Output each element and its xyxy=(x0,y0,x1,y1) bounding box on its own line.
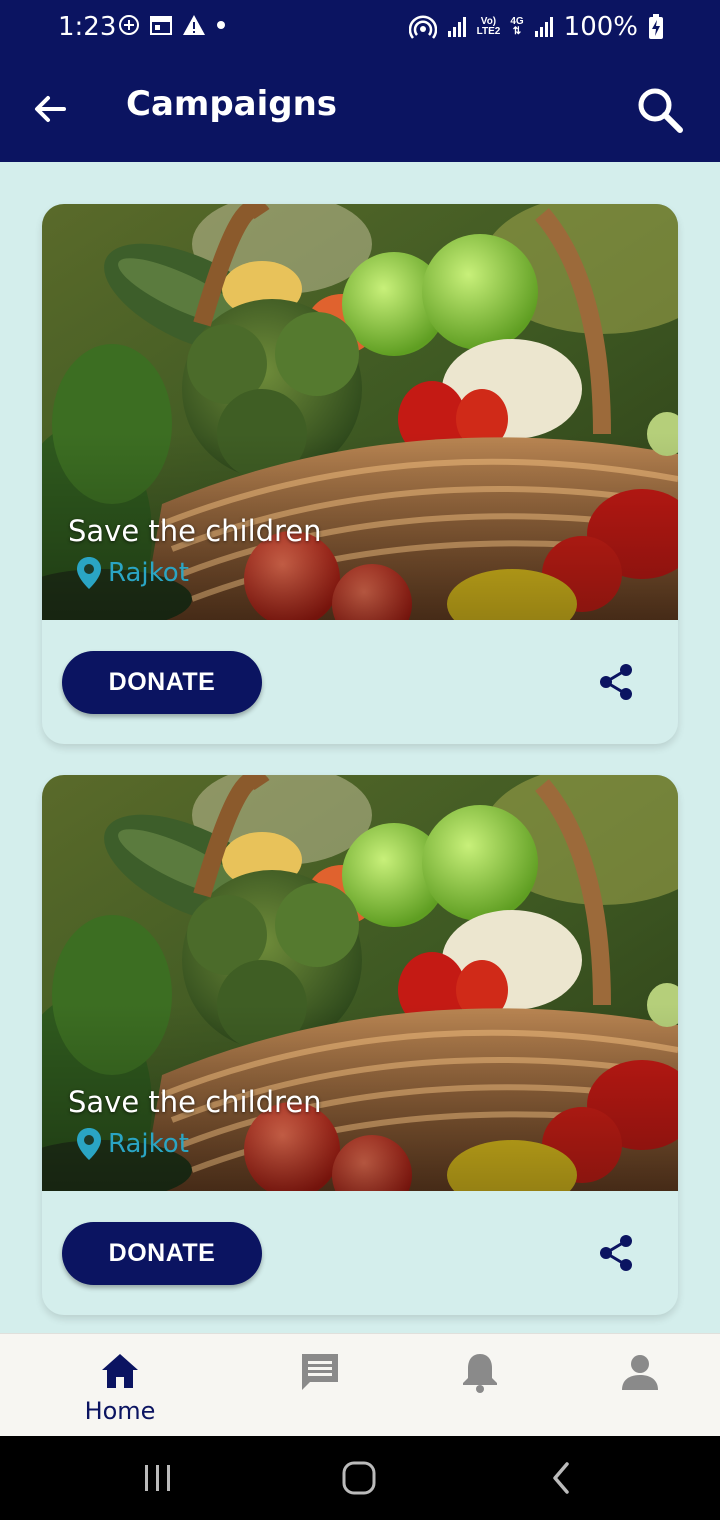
share-icon[interactable] xyxy=(596,662,636,702)
status-time: 1:23 xyxy=(58,12,117,42)
campaign-card[interactable]: Save the children Rajkot DONATE xyxy=(42,775,678,1315)
donate-button[interactable]: DONATE xyxy=(62,651,262,714)
campaign-location-text: Rajkot xyxy=(108,1129,189,1159)
chat-icon xyxy=(302,1354,338,1390)
system-nav-bar xyxy=(0,1436,720,1520)
nav-home[interactable]: Home xyxy=(40,1334,200,1437)
hotspot-icon xyxy=(408,15,437,39)
signal-icon-2 xyxy=(534,17,553,37)
battery-percent: 100% xyxy=(563,12,638,42)
network-type-indicator: 4G ⇅ xyxy=(510,16,524,37)
bottom-nav: Home xyxy=(0,1333,720,1437)
search-button[interactable] xyxy=(634,84,686,136)
page-title: Campaigns xyxy=(126,84,338,124)
donate-button[interactable]: DONATE xyxy=(62,1222,262,1285)
battery-charging-icon xyxy=(649,14,663,39)
nav-profile[interactable] xyxy=(560,1334,720,1437)
status-bar: 1:23 Vo) LTE2 4G ⇅ 100% xyxy=(0,0,720,56)
status-system-icons: Vo) LTE2 4G ⇅ 100% xyxy=(408,12,664,42)
home-button[interactable] xyxy=(329,1458,389,1498)
campaign-location: Rajkot xyxy=(76,556,189,590)
campaign-title: Save the children xyxy=(68,1085,322,1119)
nav-home-label: Home xyxy=(84,1397,156,1425)
campaign-title: Save the children xyxy=(68,514,322,548)
share-icon[interactable] xyxy=(596,1233,636,1273)
person-icon xyxy=(622,1355,658,1390)
campaign-location-text: Rajkot xyxy=(108,558,189,588)
bell-icon xyxy=(463,1354,497,1393)
volte-indicator: Vo) LTE2 xyxy=(476,16,501,37)
nav-notifications[interactable] xyxy=(400,1334,560,1437)
app-bar: Campaigns xyxy=(0,56,720,162)
campaign-card[interactable]: Save the children Rajkot DONATE xyxy=(42,204,678,744)
nav-messages[interactable] xyxy=(240,1334,400,1437)
status-notification-icons xyxy=(118,14,226,36)
back-system-button[interactable] xyxy=(531,1458,591,1498)
location-pin-icon xyxy=(77,557,101,589)
warning-icon xyxy=(183,15,205,35)
hotspot-add-icon xyxy=(119,15,139,35)
back-button[interactable] xyxy=(30,89,70,129)
home-icon xyxy=(102,1354,138,1388)
location-pin-icon xyxy=(77,1128,101,1160)
signal-icon xyxy=(447,17,466,37)
campaign-location: Rajkot xyxy=(76,1127,189,1161)
calendar-icon xyxy=(150,16,172,35)
recent-apps-button[interactable] xyxy=(128,1458,188,1498)
dot-icon xyxy=(217,21,225,29)
